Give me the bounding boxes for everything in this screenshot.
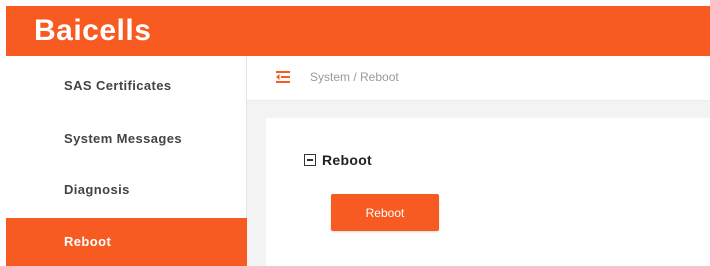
baicells-logo[interactable]: Baicells — [34, 12, 151, 50]
sidebar-item-diagnosis[interactable]: Diagnosis — [6, 166, 247, 214]
collapse-minus-icon[interactable] — [304, 154, 316, 166]
menu-fold-icon[interactable] — [275, 69, 291, 85]
sidebar-item-sas-certificates[interactable]: SAS Certificates — [6, 62, 247, 110]
reboot-panel: Reboot Reboot — [266, 118, 710, 266]
sidebar: SAS Certificates System Messages Diagnos… — [6, 56, 247, 266]
reboot-button[interactable]: Reboot — [331, 194, 439, 231]
breadcrumb-bar: System / Reboot — [247, 56, 710, 101]
section-header: Reboot — [304, 151, 372, 169]
sidebar-item-system-messages[interactable]: System Messages — [6, 115, 247, 163]
main-content: System / Reboot Reboot Reboot — [247, 56, 710, 266]
section-title: Reboot — [322, 152, 373, 168]
breadcrumb: System / Reboot — [310, 70, 399, 84]
app-window: Baicells SAS Certificates System Message… — [0, 0, 710, 266]
top-bar: Baicells — [6, 6, 710, 56]
sidebar-item-reboot[interactable]: Reboot — [6, 218, 247, 266]
